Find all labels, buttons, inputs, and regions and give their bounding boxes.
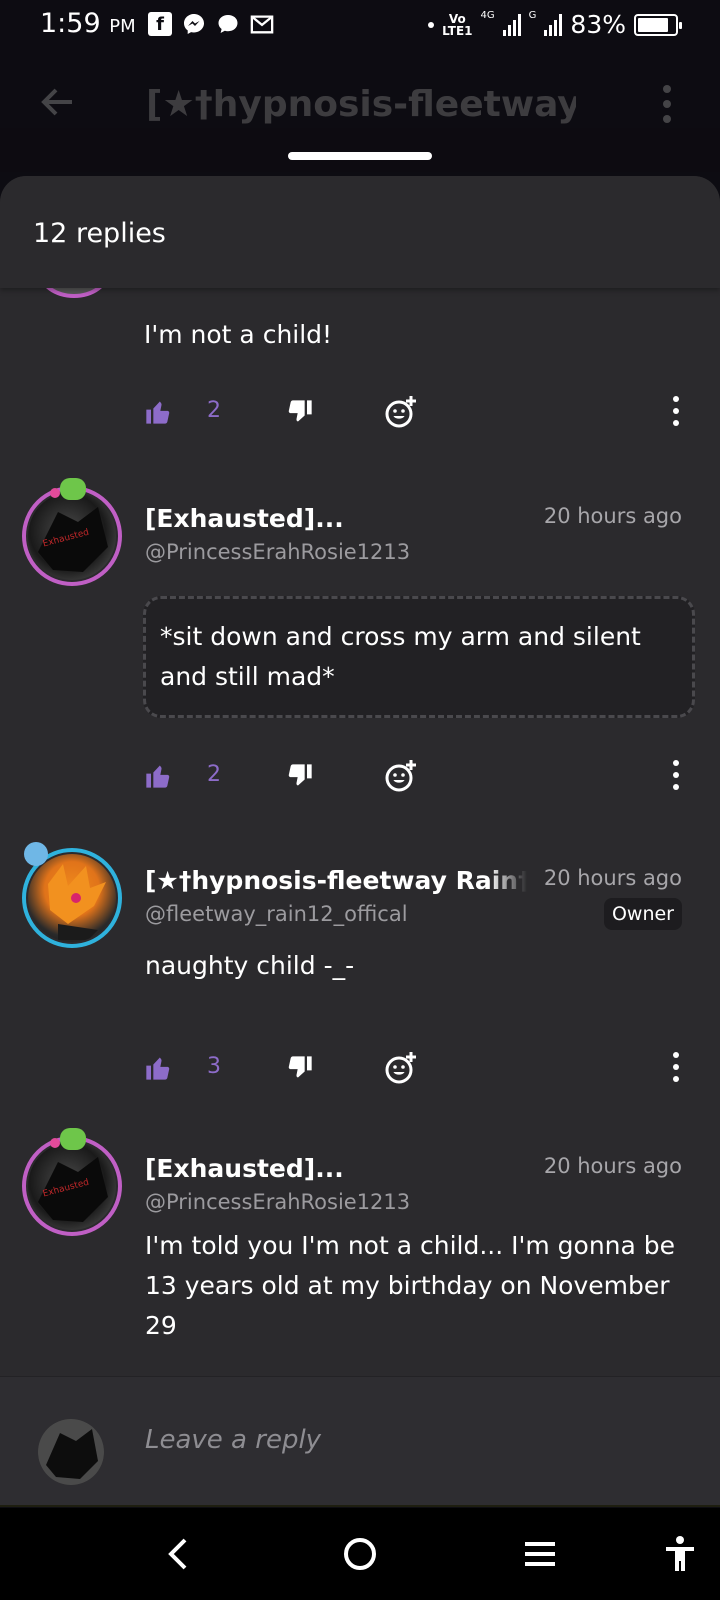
overflow-menu-icon xyxy=(662,84,672,124)
user-handle: @PrincessErahRosie1213 xyxy=(145,1190,411,1214)
reply-divider xyxy=(0,1505,720,1507)
username[interactable]: [Exhausted]... xyxy=(145,1154,344,1183)
more-options-button[interactable] xyxy=(672,396,680,426)
battery-fill xyxy=(638,17,668,32)
avatar[interactable]: Exhausted xyxy=(22,1128,122,1236)
background-title: [★†hypnosis-fleetway Ra xyxy=(146,84,576,125)
frog-badge-icon xyxy=(60,478,86,500)
thumbs-down-icon xyxy=(288,400,312,422)
messenger-icon xyxy=(182,12,206,36)
thumbs-down-icon xyxy=(288,1056,312,1078)
status-time-suffix: PM xyxy=(109,16,136,37)
chat-bubble-icon xyxy=(216,12,240,36)
add-reaction-button[interactable] xyxy=(384,1048,418,1088)
home-circle-icon xyxy=(344,1538,376,1570)
add-reaction-button[interactable] xyxy=(384,756,418,796)
menu-lines-icon xyxy=(525,1542,555,1566)
recents-nav-button[interactable] xyxy=(518,1532,562,1576)
sheet-title: 12 replies xyxy=(33,218,166,249)
add-emoji-icon xyxy=(385,1052,416,1084)
reply-text: *sit down and cross my arm and silent an… xyxy=(160,622,641,691)
thumbs-up-icon xyxy=(146,1057,170,1080)
reply-text: naughty child -_- xyxy=(145,951,355,980)
avatar[interactable]: Exhausted xyxy=(22,478,122,586)
add-emoji-icon xyxy=(385,396,416,428)
my-avatar xyxy=(38,1419,104,1485)
heart-badge-icon xyxy=(50,1138,60,1148)
timestamp: 20 hours ago xyxy=(543,504,682,528)
sheet-header: 12 replies xyxy=(0,176,720,288)
dislike-button[interactable] xyxy=(286,392,314,432)
signal-icon-2 xyxy=(544,13,563,36)
timestamp: 20 hours ago xyxy=(543,866,682,890)
reply-input[interactable]: Leave a reply xyxy=(145,1425,321,1455)
add-emoji-icon xyxy=(385,760,416,792)
thumbs-down-icon xyxy=(288,764,312,786)
accessibility-button[interactable] xyxy=(658,1532,702,1576)
like-button[interactable] xyxy=(144,392,172,432)
status-time-value: 1:59 xyxy=(40,8,101,39)
accessibility-icon xyxy=(666,1536,694,1571)
back-chevron-icon xyxy=(168,1538,187,1570)
home-nav-button[interactable] xyxy=(338,1532,382,1576)
volte-indicator: Vo LTE1 xyxy=(442,13,472,37)
thumbs-up-icon xyxy=(146,401,170,424)
like-button[interactable] xyxy=(144,756,172,796)
status-time: 1:59 PM xyxy=(40,8,136,39)
avatar[interactable] xyxy=(38,288,110,298)
thumbs-up-icon xyxy=(146,765,170,788)
dislike-button[interactable] xyxy=(286,1048,314,1088)
add-reaction-button[interactable] xyxy=(384,392,418,432)
status-right: Vo LTE1 4G G 83% xyxy=(428,10,682,39)
more-options-button[interactable] xyxy=(672,1052,680,1082)
like-count: 3 xyxy=(207,1054,221,1079)
reply-actions: 2 xyxy=(0,392,720,432)
dislike-button[interactable] xyxy=(286,756,314,796)
network-4g-label: 4G xyxy=(480,10,495,21)
sheet-drag-handle[interactable] xyxy=(288,152,432,160)
user-handle: @fleetway_rain12_offical xyxy=(145,902,408,926)
network-g-label: G xyxy=(528,10,537,21)
owner-badge: Owner xyxy=(603,898,682,930)
reply-actions: 2 xyxy=(0,756,720,796)
more-options-button[interactable] xyxy=(672,760,680,790)
reply-composer: Leave a reply xyxy=(0,1376,720,1507)
like-button[interactable] xyxy=(144,1048,172,1088)
ghost-badge-icon xyxy=(24,842,48,866)
lte-label: LTE1 xyxy=(442,23,473,38)
back-nav-button[interactable] xyxy=(156,1532,200,1576)
navigation-bar xyxy=(0,1508,720,1600)
status-dot xyxy=(428,21,435,28)
timestamp: 20 hours ago xyxy=(543,1154,682,1178)
username[interactable]: [Exhausted]... xyxy=(145,504,344,533)
facebook-icon: f xyxy=(148,12,172,36)
reply-actions: 3 xyxy=(0,1048,720,1088)
replies-sheet: 12 replies I'm not a child! 2 Exhausted xyxy=(0,176,720,1506)
notification-icons: f xyxy=(148,12,274,36)
like-count: 2 xyxy=(207,398,221,423)
replies-list[interactable]: I'm not a child! 2 Exhausted [Exhausted]… xyxy=(0,288,720,1388)
volte-label: Vo xyxy=(448,11,466,26)
battery-icon xyxy=(634,13,682,36)
reply-bubble: *sit down and cross my arm and silent an… xyxy=(143,596,695,718)
reply-text: I'm not a child! xyxy=(144,320,333,349)
avatar[interactable] xyxy=(22,842,122,948)
heart-badge-icon xyxy=(50,488,60,498)
like-count: 2 xyxy=(207,762,221,787)
reply-text: I'm told you I'm not a child... I'm gonn… xyxy=(145,1231,676,1340)
frog-badge-icon xyxy=(60,1128,86,1150)
username[interactable]: [★†hypnosis-fleetway Rain†★ xyxy=(145,866,527,895)
signal-icon xyxy=(502,13,521,36)
gmail-icon xyxy=(250,12,274,36)
status-bar: 1:59 PM f Vo LTE1 4G G 83% xyxy=(0,0,720,52)
user-handle: @PrincessErahRosie1213 xyxy=(145,540,411,564)
back-arrow-icon xyxy=(38,82,78,132)
battery-percent: 83% xyxy=(570,10,626,39)
